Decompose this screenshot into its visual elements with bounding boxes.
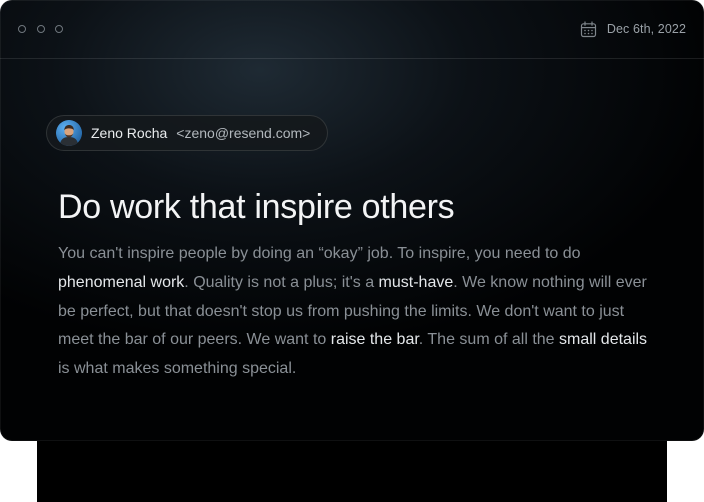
body-text-segment: is what makes something special. [58,360,297,378]
sender-name: Zeno Rocha [91,125,168,141]
highlighted-phrase: small details [559,331,648,349]
body-text-segment: You can't inspire people by doing an “ok… [58,245,581,262]
email-headline: Do work that inspire others [58,188,455,226]
calendar-icon [580,20,596,37]
sender-chip[interactable]: Zeno Rocha <zeno@resend.com> [46,115,329,151]
window-close-dot-icon[interactable] [18,25,26,33]
window-minimize-dot-icon[interactable] [37,25,45,33]
email-preview-window: Dec 6th, 2022 Zeno Rocha <zeno@resend.co… [0,0,704,441]
email-date: Dec 6th, 2022 [606,22,686,36]
avatar [56,120,82,146]
body-text-segment: . Quality is not a plus; it's a [184,273,379,291]
date-display: Dec 6th, 2022 [580,20,686,38]
body-text-segment: . The sum of all the [418,331,560,349]
highlighted-phrase: raise the bar [330,331,419,349]
window-titlebar: Dec 6th, 2022 [0,0,704,59]
window-maximize-dot-icon[interactable] [55,25,63,33]
highlighted-phrase: must-have [378,273,454,291]
email-body: You can't inspire people by doing an “ok… [58,240,658,384]
sender-email: <zeno@resend.com> [176,125,311,141]
highlighted-phrase: phenomenal work [58,273,185,291]
